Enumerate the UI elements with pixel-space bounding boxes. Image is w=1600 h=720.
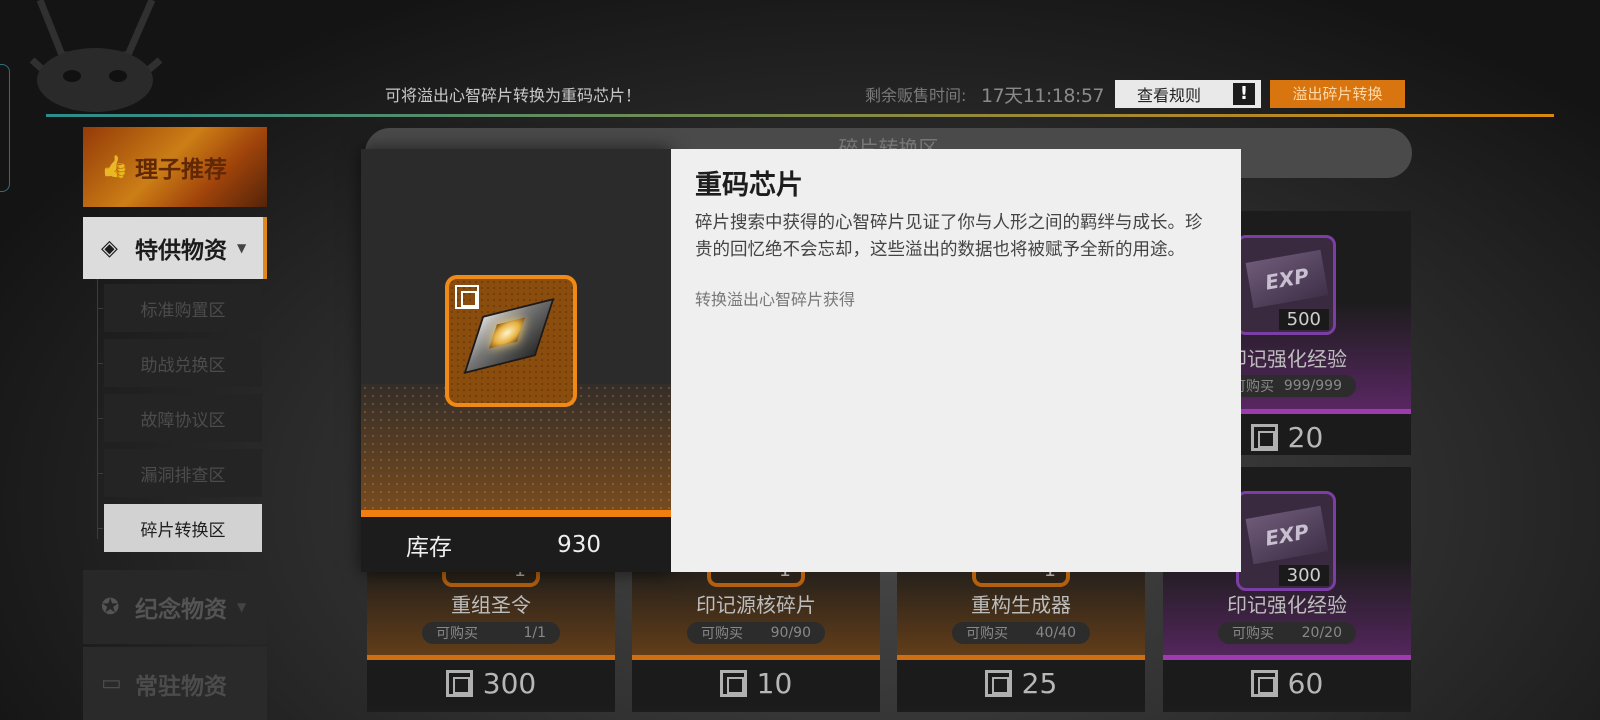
tab-special-label: 特供物资	[135, 238, 227, 264]
caret-down-icon: ▼	[237, 241, 247, 255]
chip-currency-icon	[455, 285, 479, 309]
chip-currency-icon	[1250, 669, 1278, 697]
item-name: 印记源核碎片	[696, 593, 816, 617]
fox-logo-icon	[29, 0, 163, 112]
item-detail-preview: 库存 930	[361, 149, 671, 572]
tree-line	[97, 279, 98, 539]
purchase-limit: 可购买 20/20	[1218, 622, 1356, 644]
item-thumbnail: EXP 500	[1236, 235, 1336, 335]
item-name: 印记强化经验	[1227, 593, 1347, 617]
chip-currency-icon	[445, 669, 473, 697]
tab-recommend-label: 理子推荐	[135, 157, 227, 183]
price-button[interactable]: 10	[632, 660, 880, 706]
limit-label: 可购买	[436, 626, 478, 642]
item-name: 重构生成器	[971, 593, 1071, 617]
remaining-time: 17天11:18:57	[981, 84, 1105, 107]
top-bar: 可将溢出心智碎片转换为重码芯片！ 剩余贩售时间: 17天11:18:57 查看规…	[375, 80, 1405, 108]
price-value: 10	[756, 666, 793, 700]
price-value: 300	[482, 666, 537, 700]
price-button[interactable]: 60	[1163, 660, 1411, 706]
layers-icon: ◈	[101, 235, 118, 261]
tab-resident-label: 常驻物资	[135, 673, 227, 700]
item-name: 重组圣令	[451, 593, 531, 617]
tab-memorial-supplies[interactable]: ✪ 纪念物资 ▼	[83, 570, 267, 644]
limit-label: 可购买	[1232, 626, 1274, 642]
tab-recommend[interactable]: 👍 理子推荐	[83, 127, 267, 207]
item-icon-frame	[445, 275, 577, 407]
tab-resident-supplies[interactable]: ▭ 常驻物资	[83, 647, 267, 720]
item-quantity: 500	[1278, 309, 1329, 330]
detail-source: 转换溢出心智碎片获得	[695, 290, 856, 309]
exp-ticket-icon: EXP	[1245, 505, 1329, 565]
stock-value: 930	[557, 531, 601, 558]
stock-row: 库存 930	[361, 517, 671, 572]
view-rules-button[interactable]: 查看规则 !	[1115, 80, 1261, 108]
subtab-fragment-convert[interactable]: 碎片转换区	[97, 504, 262, 552]
chip-currency-icon	[719, 669, 747, 697]
header-divider	[46, 114, 1554, 117]
tab-memorial-label: 纪念物资	[135, 597, 227, 623]
rarity-bar	[361, 510, 671, 517]
exp-ticket-icon: EXP	[1245, 249, 1329, 309]
detail-description: 碎片搜索中获得的心智碎片见证了你与人形之间的羁绊与成长。珍贵的回忆绝不会忘却，这…	[695, 213, 1203, 260]
purchase-limit: 可购买 1/1	[422, 622, 560, 644]
limit-value: 20/20	[1301, 625, 1342, 641]
tab-special-supplies[interactable]: ◈ 特供物资 ▼	[83, 217, 267, 279]
thumbs-up-icon: 👍	[101, 154, 129, 180]
remaining-time-label: 剩余贩售时间:	[865, 86, 967, 105]
detail-title: 重码芯片	[695, 170, 803, 201]
price-value: 60	[1287, 666, 1324, 700]
item-quantity: 300	[1278, 565, 1329, 586]
overflow-convert-button[interactable]: 溢出碎片转换	[1270, 80, 1405, 108]
limit-value: 40/40	[1035, 625, 1076, 641]
chip-currency-icon	[984, 669, 1012, 697]
stock-label: 库存	[406, 534, 452, 561]
purchase-limit: 可购买 40/40	[952, 622, 1090, 644]
purchase-limit: 可购买 90/90	[687, 622, 825, 644]
limit-label: 可购买	[966, 626, 1008, 642]
limit-value: 1/1	[523, 625, 546, 641]
edge-decoration	[0, 64, 10, 192]
event-notice: 可将溢出心智碎片转换为重码芯片！	[385, 86, 642, 105]
item-thumbnail: EXP 300	[1236, 491, 1336, 591]
limit-label: 可购买	[701, 626, 743, 642]
limit-value: 999/999	[1283, 378, 1342, 394]
subtab-bug-check[interactable]: 漏洞排查区	[97, 449, 262, 497]
price-button[interactable]: 25	[897, 660, 1145, 706]
price-button[interactable]: 300	[367, 660, 615, 706]
view-rules-label: 查看规则	[1137, 86, 1202, 105]
item-detail-text: 重码芯片 碎片搜索中获得的心智碎片见证了你与人形之间的羁绊与成长。珍贵的回忆绝不…	[671, 149, 1241, 572]
subtab-support-exchange[interactable]: 助战兑换区	[97, 339, 262, 387]
box-icon: ▭	[101, 671, 122, 696]
chip-currency-icon	[1250, 423, 1278, 451]
caret-down-icon: ▼	[237, 600, 247, 614]
price-value: 20	[1287, 420, 1324, 454]
badge-icon: ✪	[101, 594, 120, 620]
subtab-fault-protocol[interactable]: 故障协议区	[97, 394, 262, 442]
limit-value: 90/90	[770, 625, 811, 641]
exclamation-icon: !	[1233, 83, 1255, 105]
price-value: 25	[1021, 666, 1058, 700]
subtab-standard-purchase[interactable]: 标准购置区	[97, 284, 262, 332]
